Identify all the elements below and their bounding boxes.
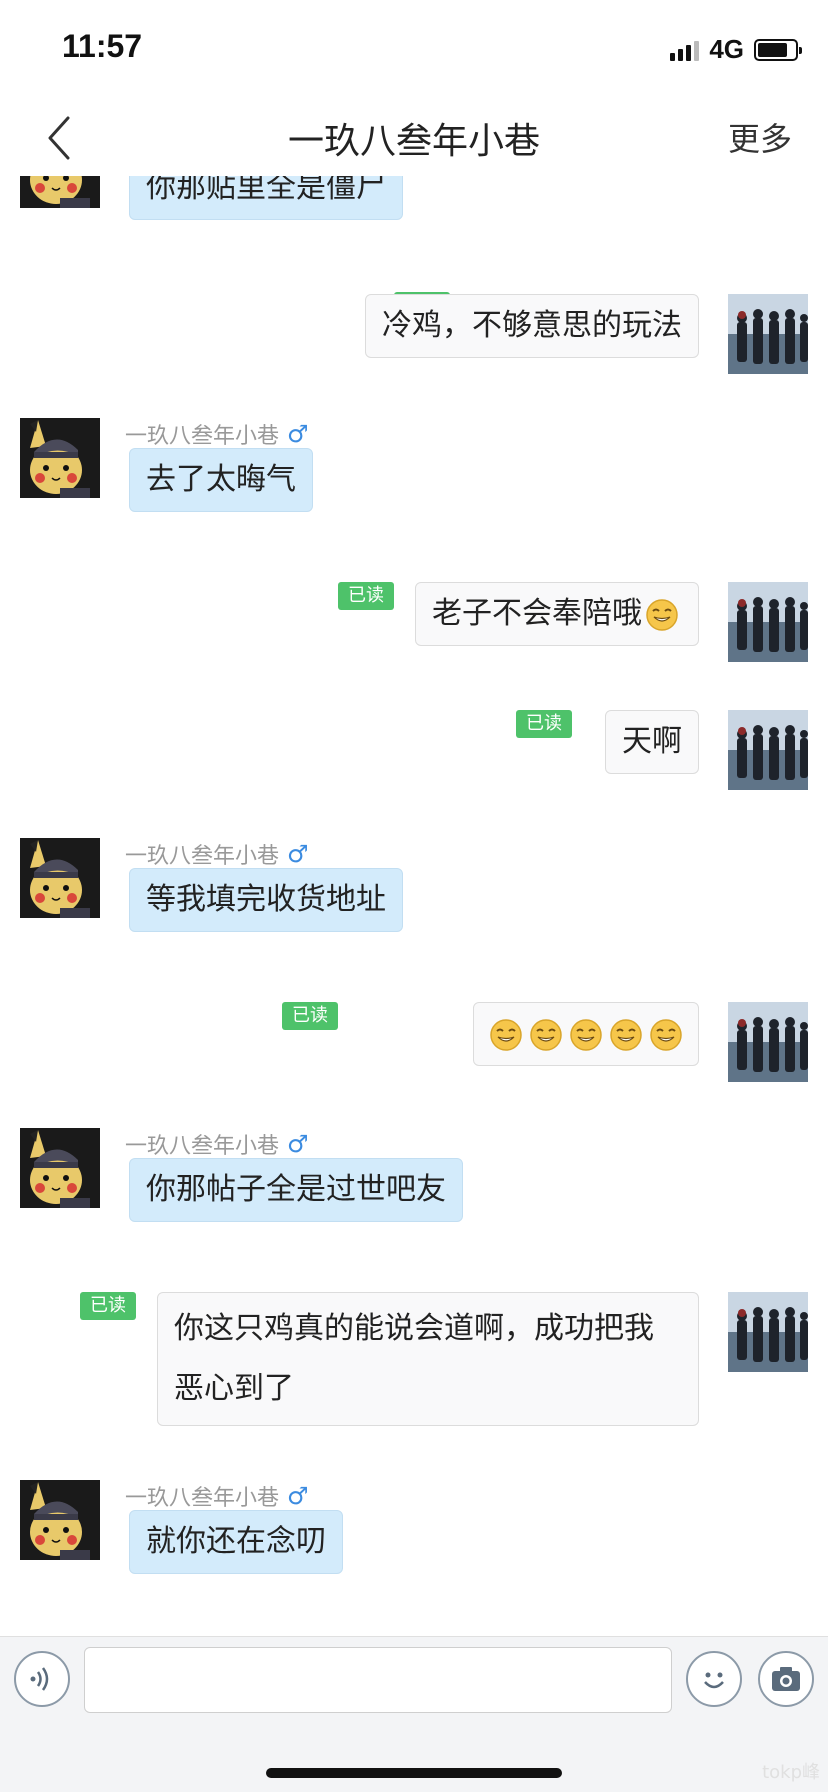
sender-name: 一玖八叁年小巷 ♂ bbox=[125, 418, 309, 450]
smile-emoji-icon bbox=[609, 1018, 643, 1052]
smile-emoji-icon bbox=[489, 1018, 523, 1052]
message-bubble[interactable]: 你那贴里全是僵尸 bbox=[129, 176, 403, 220]
smile-emoji-icon bbox=[529, 1018, 563, 1052]
my-avatar[interactable] bbox=[728, 582, 808, 662]
home-area: tokp峰 bbox=[0, 1722, 828, 1792]
read-badge: 已读 bbox=[338, 582, 394, 610]
smile-emoji-icon bbox=[569, 1018, 603, 1052]
signal-icon bbox=[670, 39, 700, 61]
my-avatar[interactable] bbox=[728, 710, 808, 790]
message-bubble[interactable]: 天啊 bbox=[605, 710, 699, 774]
message-bubble[interactable]: 你那帖子全是过世吧友 bbox=[129, 1158, 463, 1222]
male-icon: ♂ bbox=[287, 1130, 309, 1158]
contact-avatar[interactable] bbox=[20, 838, 100, 918]
watermark: tokp峰 bbox=[762, 1762, 820, 1783]
read-badge: 已读 bbox=[516, 710, 572, 738]
my-avatar[interactable] bbox=[728, 294, 808, 374]
camera-button[interactable] bbox=[758, 1651, 814, 1707]
message-bubble[interactable] bbox=[473, 1002, 699, 1066]
status-indicators: 4G bbox=[670, 34, 802, 65]
sender-name: 一玖八叁年小巷 ♂ bbox=[125, 1480, 309, 1512]
contact-avatar[interactable] bbox=[20, 1480, 100, 1560]
message-input[interactable] bbox=[84, 1647, 672, 1713]
emoji-button[interactable] bbox=[686, 1651, 742, 1707]
chat-area[interactable]: 你那贴里全是僵尸 已读 冷鸡，不够意思的玩法 一玖八叁年小巷 ♂ 去了太晦气 已读… bbox=[0, 176, 828, 1636]
smile-emoji-icon bbox=[645, 598, 679, 632]
message-bubble[interactable]: 就你还在念叨 bbox=[129, 1510, 343, 1574]
sender-name: 一玖八叁年小巷 ♂ bbox=[125, 838, 309, 870]
contact-avatar[interactable] bbox=[20, 418, 100, 498]
sender-name-text: 一玖八叁年小巷 bbox=[125, 1134, 280, 1159]
status-time: 11:57 bbox=[62, 28, 143, 64]
battery-icon bbox=[754, 38, 802, 61]
message-bubble[interactable]: 冷鸡，不够意思的玩法 bbox=[365, 294, 699, 358]
message-bubble[interactable]: 等我填完收货地址 bbox=[129, 868, 403, 932]
my-avatar[interactable] bbox=[728, 1292, 808, 1372]
read-badge: 已读 bbox=[80, 1292, 136, 1320]
voice-icon bbox=[30, 1667, 49, 1691]
message-bubble[interactable]: 去了太晦气 bbox=[129, 448, 313, 512]
sender-name-text: 一玖八叁年小巷 bbox=[125, 844, 280, 869]
camera-icon bbox=[772, 1667, 800, 1691]
nav-bar: 一玖八叁年小巷 更多 bbox=[0, 100, 828, 176]
home-indicator[interactable] bbox=[266, 1768, 562, 1778]
sender-name-text: 一玖八叁年小巷 bbox=[125, 424, 280, 449]
message-bubble[interactable]: 老子不会奉陪哦 bbox=[415, 582, 699, 646]
input-bar bbox=[0, 1636, 828, 1722]
more-button[interactable]: 更多 bbox=[728, 114, 792, 160]
smile-emoji-icon bbox=[649, 1018, 683, 1052]
voice-button[interactable] bbox=[14, 1651, 70, 1707]
sender-name: 一玖八叁年小巷 ♂ bbox=[125, 1128, 309, 1160]
my-avatar[interactable] bbox=[728, 1002, 808, 1082]
message-text: 老子不会奉陪哦 bbox=[432, 596, 642, 631]
emoji-icon bbox=[704, 1672, 724, 1689]
page-title: 一玖八叁年小巷 bbox=[287, 121, 540, 162]
network-type: 4G bbox=[709, 34, 744, 64]
sender-name-text: 一玖八叁年小巷 bbox=[125, 1486, 280, 1511]
male-icon: ♂ bbox=[287, 420, 309, 448]
male-icon: ♂ bbox=[287, 840, 309, 868]
read-badge: 已读 bbox=[282, 1002, 338, 1030]
contact-avatar[interactable] bbox=[20, 176, 100, 208]
contact-avatar[interactable] bbox=[20, 1128, 100, 1208]
male-icon: ♂ bbox=[287, 1482, 309, 1510]
status-bar: 11:57 4G bbox=[0, 0, 828, 100]
message-bubble[interactable]: 你这只鸡真的能说会道啊，成功把我恶心到了 bbox=[157, 1292, 699, 1426]
